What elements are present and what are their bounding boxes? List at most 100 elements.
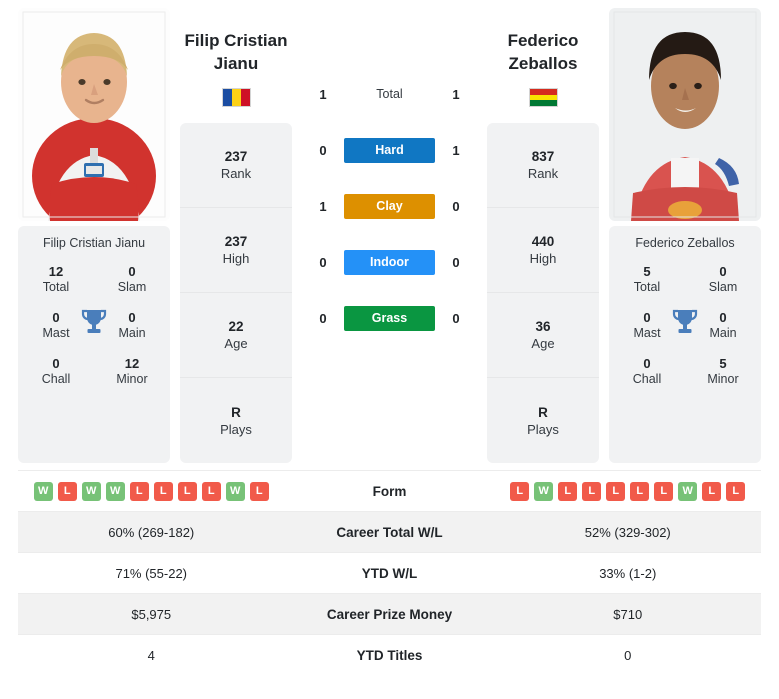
right-mast-titles: 0 Mast — [621, 310, 673, 342]
stat-row-label: Form — [372, 483, 407, 499]
form-badge-loss[interactable]: L — [201, 481, 221, 501]
form-badge-win[interactable]: W — [225, 481, 245, 501]
h2h-indoor-left-count: 0 — [319, 254, 327, 270]
form-badge-loss[interactable]: L — [606, 481, 626, 501]
right-player-photo[interactable] — [609, 8, 761, 221]
h2h-row-indoor: 0 Indoor 0 — [302, 234, 477, 290]
left-stat-value: $5,975 — [131, 606, 172, 622]
table-row: W L W W L L L L W L Form L W L L L L L W L L — [18, 470, 761, 511]
trophy-icon — [672, 308, 698, 336]
form-badge-loss[interactable]: L — [654, 481, 674, 501]
left-high-label: High — [222, 251, 250, 266]
left-country-flag-icon — [221, 87, 251, 107]
right-stat-value: $710 — [613, 606, 643, 622]
left-chall-titles: 0 Chall — [30, 356, 82, 388]
form-badge-loss[interactable]: L — [702, 481, 722, 501]
right-slam-titles-value: 0 — [719, 264, 727, 279]
left-player-photo[interactable] — [18, 8, 170, 221]
table-row: 71% (55-22) YTD W/L 33% (1-2) — [18, 552, 761, 593]
surface-bar-grass[interactable]: Grass — [344, 305, 435, 331]
left-stat-box: 237 Rank 237 High 22 Age R Plays — [180, 123, 292, 463]
left-player-name-line2: Jianu — [213, 53, 259, 73]
form-badge-loss[interactable]: L — [57, 481, 77, 501]
left-rank-label: Rank — [220, 166, 252, 181]
h2h-grass-label-wrap: Grass — [344, 305, 435, 331]
left-player-column: Filip Cristian Jianu 12 Total 0 Slam 0 M… — [18, 8, 170, 463]
left-titles-card: Filip Cristian Jianu 12 Total 0 Slam 0 M… — [18, 226, 170, 463]
right-stat-age: 36 Age — [487, 293, 599, 378]
h2h-hard-right-count: 1 — [452, 142, 460, 158]
left-total-titles-label: Total — [42, 280, 70, 295]
left-stat-value: 71% (55-22) — [115, 565, 188, 581]
left-stat-high: 237 High — [180, 208, 292, 293]
surface-bar-hard[interactable]: Hard — [344, 137, 435, 163]
left-stats-column: Filip Cristian Jianu 237 Rank 237 High 2… — [180, 8, 292, 463]
form-badge-loss[interactable]: L — [630, 481, 650, 501]
player-comparison-page: Filip Cristian Jianu 12 Total 0 Slam 0 M… — [0, 0, 779, 699]
h2h-clay-label-wrap: Clay — [344, 193, 435, 219]
form-badge-loss[interactable]: L — [129, 481, 149, 501]
form-badge-win[interactable]: W — [105, 481, 125, 501]
right-stats-column: Federico Zeballos 837 Rank 440 High 36 A… — [487, 8, 599, 463]
right-stat-value: 52% (329-302) — [584, 524, 671, 540]
right-high-value: 440 — [531, 234, 555, 249]
left-player-name-line1: Filip Cristian — [184, 31, 288, 50]
table-row: 4 YTD Titles 0 — [18, 634, 761, 675]
left-stat-value: 60% (269-182) — [108, 524, 195, 540]
form-badge-win[interactable]: W — [534, 481, 554, 501]
h2h-total-label-wrap: Total — [344, 87, 435, 101]
right-player-name-line1: Federico — [507, 31, 579, 50]
left-stat-rank: 237 Rank — [180, 123, 292, 208]
right-main-titles: 0 Main — [697, 310, 749, 342]
h2h-indoor-right-count: 0 — [452, 254, 460, 270]
form-badge-loss[interactable]: L — [249, 481, 269, 501]
head-to-head-surface-column: 1 Total 1 0 Hard 1 1 Clay 0 0 Indoor 0 0 Grass 0 — [302, 8, 477, 346]
surface-bar-clay[interactable]: Clay — [344, 193, 435, 219]
left-stat-plays: R Plays — [180, 378, 292, 463]
right-titles-card: Federico Zeballos 5 Total 0 Slam 0 Mast … — [609, 226, 761, 463]
left-chall-titles-label: Chall — [41, 372, 71, 386]
right-main-titles-label: Main — [709, 326, 737, 341]
trophy-icon — [81, 308, 107, 336]
right-player-identity: Federico Zeballos — [487, 8, 599, 123]
left-main-titles-value: 0 — [128, 309, 136, 325]
left-mast-titles: 0 Mast — [30, 310, 82, 342]
form-badge-win[interactable]: W — [33, 481, 53, 501]
right-age-value: 36 — [535, 319, 551, 334]
right-card-player-name: Federico Zeballos — [635, 236, 735, 250]
right-player-name: Federico Zeballos — [508, 30, 579, 76]
form-badge-loss[interactable]: L — [153, 481, 173, 501]
table-row: $5,975 Career Prize Money $710 — [18, 593, 761, 634]
right-total-titles: 5 Total — [621, 264, 673, 296]
right-stat-high: 440 High — [487, 208, 599, 293]
left-card-player-name: Filip Cristian Jianu — [42, 236, 146, 250]
right-stat-value: 0 — [624, 647, 632, 663]
right-stat-box: 837 Rank 440 High 36 Age R Plays — [487, 123, 599, 463]
right-minor-titles-label: Minor — [707, 372, 739, 386]
left-stat-age: 22 Age — [180, 293, 292, 378]
h2h-grass-right-count: 0 — [452, 310, 460, 326]
form-badge-loss[interactable]: L — [558, 481, 578, 501]
h2h-grass-left-count: 0 — [319, 310, 327, 326]
right-minor-titles: 5 Minor — [697, 356, 749, 388]
form-badge-win[interactable]: W — [678, 481, 698, 501]
left-minor-titles-value: 12 — [124, 355, 140, 371]
form-badge-loss[interactable]: L — [726, 481, 746, 501]
left-chall-titles-value: 0 — [52, 355, 60, 371]
right-plays-label: Plays — [527, 421, 559, 437]
h2h-hard-left-count: 0 — [319, 142, 327, 158]
left-minor-titles-label: Minor — [116, 372, 148, 386]
left-total-titles: 12 Total — [30, 264, 82, 296]
left-slam-titles: 0 Slam — [106, 264, 158, 296]
left-total-titles-value: 12 — [48, 264, 64, 279]
right-titles-row-1: 5 Total 0 Slam — [615, 264, 755, 296]
form-badge-loss[interactable]: L — [582, 481, 602, 501]
form-badge-win[interactable]: W — [81, 481, 101, 501]
right-form-strip: LWLLLLLWLL — [495, 481, 762, 501]
left-form-strip: WLWWLLLLWL — [18, 481, 285, 501]
form-badge-loss[interactable]: L — [177, 481, 197, 501]
left-stat-value: 4 — [147, 647, 155, 663]
form-badge-loss[interactable]: L — [510, 481, 530, 501]
surface-bar-indoor[interactable]: Indoor — [344, 249, 435, 275]
right-titles-row-3: 0 Chall 5 Minor — [615, 356, 755, 388]
